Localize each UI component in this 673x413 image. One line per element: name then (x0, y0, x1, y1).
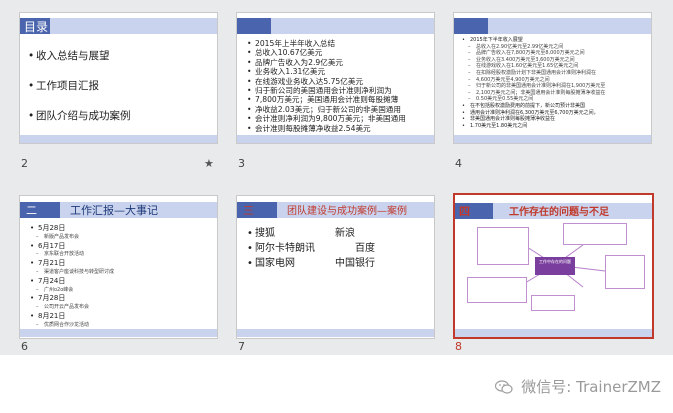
bullet: 在线游戏业务收入达5.75亿美元 (247, 77, 406, 87)
slide-7-bottom-bar (237, 329, 434, 337)
slide-thumbnail-6[interactable]: 二 工作汇报—大事记 5月28日 新版产品发布会 6月17日 京东联合开放活动 … (19, 195, 218, 355)
slide-7-canvas[interactable]: 三 团队建设与成功案例—案例 搜狐 新浪 阿尔卡特朗讯 百度 国家电网 中国银行 (236, 195, 435, 339)
timeline-date: 6月17日 (30, 242, 114, 251)
timeline-date: 5月28日 (30, 224, 114, 233)
slide-6-timeline: 5月28日 新版产品发布会 6月17日 京东联合开放活动 7月21日 渠道客户座… (30, 224, 114, 330)
slide-4-bullets: 2015年下半年收入展望 总收入在2.90亿美元至2.99亿美元之间 品牌广告收… (462, 37, 605, 129)
slide-2-bullets: 收入总结与展望 工作项目汇报 团队介绍与成功案例 工作存在的问题与不足 (28, 41, 141, 143)
case-company: 搜狐 (255, 228, 275, 239)
sub-bullet: 品牌广告收入在7,800万美元至8,000万美元之间 (462, 50, 605, 57)
slide-4-bottom-bar (454, 135, 651, 143)
bullet-continuation: 非美国通用会计准则每股摊薄净收益在 (462, 116, 605, 123)
slide-number: 4 (455, 157, 462, 170)
slide-3-title-bar-accent (237, 18, 271, 34)
bullet: 业务收入1.31亿美元 (247, 67, 406, 77)
case-company: 新浪 (335, 228, 355, 239)
slide-number: 3 (238, 157, 245, 170)
slide-8-canvas[interactable]: 四 工作存在的问题与不足 工作中存在的问题 (453, 193, 654, 339)
wechat-icon (494, 380, 513, 394)
case-row: 阿尔卡特朗讯 百度 (247, 241, 427, 256)
bullet: 在不包括股权激励费用的前提下，新公司预计非美国 (462, 103, 605, 110)
slide-number: 2 (21, 157, 28, 170)
slide-3-canvas[interactable]: 2015年上半年收入总结 总收入10.67亿美元 品牌广告收入为2.9亿美元 业… (236, 12, 435, 144)
mind-map-node (477, 227, 529, 265)
slide-4-title-bar-accent (454, 18, 488, 34)
slide-thumbnail-8[interactable]: 四 工作存在的问题与不足 工作中存在的问题 8 (453, 193, 654, 355)
case-row: 搜狐 新浪 (247, 226, 427, 241)
mind-map-node (605, 255, 645, 289)
case-row: 国家电网 中国银行 (247, 256, 427, 271)
slide-7-section-number: 三 (243, 204, 254, 217)
slide-3-bottom-bar (237, 135, 434, 143)
timeline-date: 7月28日 (30, 294, 114, 303)
slide-6-title: 工作汇报—大事记 (70, 204, 158, 217)
watermark-text: 微信号: TrainerZMZ (521, 378, 661, 396)
bullet: 收入总结与展望 (28, 41, 141, 71)
timeline-date: 7月24日 (30, 277, 114, 286)
bullet-continuation: 会计准则每股摊薄净收益2.54美元 (247, 124, 406, 134)
slide-2-title: 目录 (24, 20, 49, 34)
sub-bullet-continuation: 0.50美元至0.55美元之间 (462, 96, 605, 103)
timeline-date: 8月21日 (30, 312, 114, 321)
timeline-event: 渠道客户座谈科技与转型研讨成 (30, 268, 114, 277)
slide-number: 7 (238, 340, 245, 353)
timeline-event: 新版产品发布会 (30, 233, 114, 242)
slide-6-canvas[interactable]: 二 工作汇报—大事记 5月28日 新版产品发布会 6月17日 京东联合开放活动 … (19, 195, 218, 339)
sub-bullet: 归于新公司的非美国通用会计准则净利润在1,900万美元至 (462, 83, 605, 90)
slide-6-bottom-bar (20, 329, 217, 337)
bullet: 团队介绍与成功案例 (28, 101, 141, 131)
wechat-watermark: 微信号: TrainerZMZ (494, 376, 661, 397)
mind-map-node (467, 277, 527, 303)
timeline-event: 京东联合开放活动 (30, 250, 114, 259)
animation-star-icon: ★ (204, 157, 214, 170)
slide-4-canvas[interactable]: 2015年下半年收入展望 总收入在2.90亿美元至2.99亿美元之间 品牌广告收… (453, 12, 652, 144)
slide-6-section-number: 二 (26, 204, 37, 217)
bullet-continuation: 1.70美元至1.80美元之间 (462, 123, 605, 130)
bullet-continuation: 7,800万美元；美国通用会计准则每股摊薄 (247, 95, 406, 105)
bullet: 总收入10.67亿美元 (247, 48, 406, 58)
bullet: 2015年上半年收入总结 (247, 39, 406, 49)
slide-number: 8 (455, 340, 462, 353)
slide-thumbnail-3[interactable]: 2015年上半年收入总结 总收入10.67亿美元 品牌广告收入为2.9亿美元 业… (236, 12, 435, 174)
mind-map-node (531, 295, 575, 311)
mind-map-center-label: 工作中存在的问题 (539, 259, 571, 264)
slide-2-canvas[interactable]: 目录 收入总结与展望 工作项目汇报 团队介绍与成功案例 工作存在的问题与不足 (19, 12, 218, 144)
timeline-event: 广州o2o峰会 (30, 286, 114, 295)
bullet-continuation: 净收益2.03美元；归于新公司的非美国通用 (247, 105, 406, 115)
bullet: 工作项目汇报 (28, 71, 141, 101)
case-company: 百度 (355, 243, 375, 254)
bullet: 2015年下半年收入展望 (462, 37, 605, 44)
slide-thumbnail-7[interactable]: 三 团队建设与成功案例—案例 搜狐 新浪 阿尔卡特朗讯 百度 国家电网 中国银行… (236, 195, 435, 355)
slide-3-bullets: 2015年上半年收入总结 总收入10.67亿美元 品牌广告收入为2.9亿美元 业… (247, 39, 406, 133)
case-company: 阿尔卡特朗讯 (255, 243, 315, 254)
slide-thumbnail-4[interactable]: 2015年下半年收入展望 总收入在2.90亿美元至2.99亿美元之间 品牌广告收… (453, 12, 652, 174)
slide-thumbnail-2[interactable]: 目录 收入总结与展望 工作项目汇报 团队介绍与成功案例 工作存在的问题与不足 2… (19, 12, 218, 174)
slide-8-bottom-bar (455, 329, 652, 337)
slide-7-title: 团队建设与成功案例—案例 (287, 206, 407, 217)
mind-map-center-node: 工作中存在的问题 (535, 257, 575, 275)
bullet: 品牌广告收入为2.9亿美元 (247, 58, 406, 68)
timeline-event: 公司开云产品发布会 (30, 303, 114, 312)
slide-2-bottom-bar (20, 135, 217, 143)
timeline-date: 7月21日 (30, 259, 114, 268)
bullet-continuation: 会计准则净利润为9,800万美元；非美国通用 (247, 114, 406, 124)
case-company: 国家电网 (255, 258, 295, 269)
slide-sorter-panel[interactable]: 目录 收入总结与展望 工作项目汇报 团队介绍与成功案例 工作存在的问题与不足 2… (0, 0, 673, 355)
slide-7-case-list: 搜狐 新浪 阿尔卡特朗讯 百度 国家电网 中国银行 (247, 226, 427, 271)
sub-bullet: 在扣除经股权激励计划下非美国通用会计准则净利润在 (462, 70, 605, 77)
sub-bullet: 在线游戏收入在1.60亿美元至1.65亿美元之间 (462, 63, 605, 70)
slide-number: 6 (21, 340, 28, 353)
mind-map-node (563, 223, 627, 245)
case-company: 中国银行 (335, 258, 375, 269)
